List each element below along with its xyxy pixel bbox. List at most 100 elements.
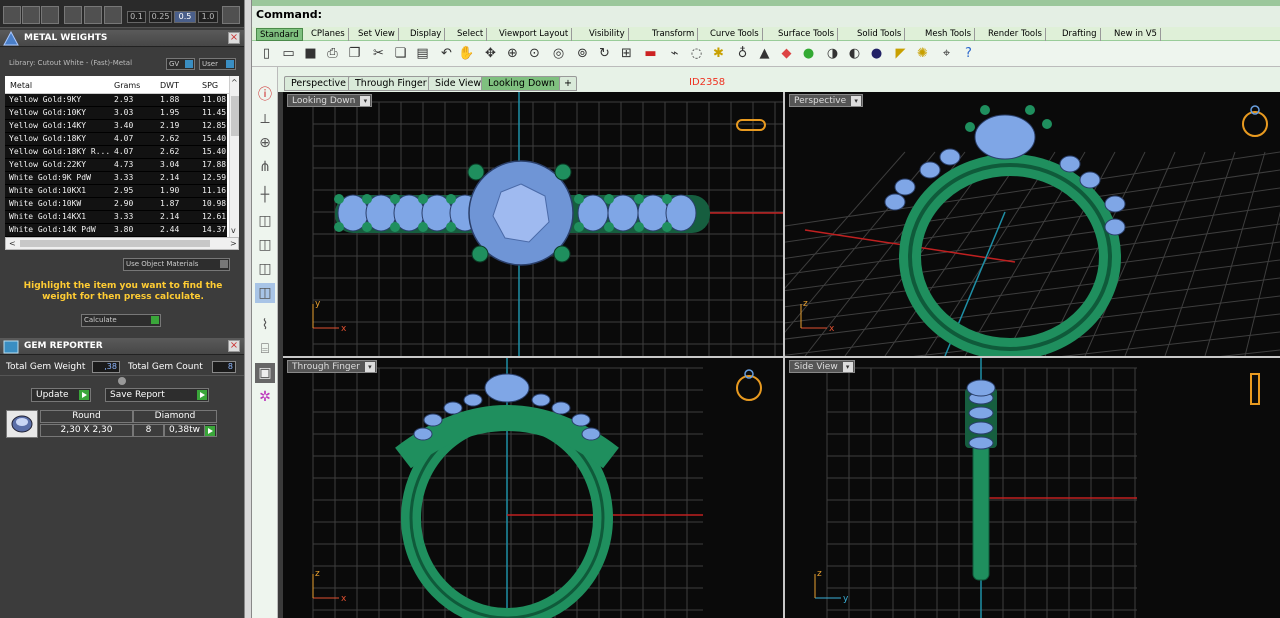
horizontal-scrollbar[interactable]: < > xyxy=(5,237,239,250)
dimension-icon[interactable]: ◤ xyxy=(892,45,909,62)
new-file-icon[interactable]: ▯ xyxy=(258,45,275,62)
render-icon[interactable]: ◐ xyxy=(846,45,863,62)
tab-standard[interactable]: Standard xyxy=(256,28,303,41)
layer-icon[interactable]: ◆ xyxy=(778,45,795,62)
viewport-through-finger[interactable]: xz Through Finger ▾ xyxy=(283,358,783,618)
tab-display[interactable]: Display xyxy=(407,28,446,41)
cut-icon[interactable]: ✂ xyxy=(370,45,387,62)
metal-row[interactable]: White Gold:9K PdW 3.33 2.14 12.59 xyxy=(5,172,227,185)
mesh-icon[interactable]: ▣ xyxy=(255,363,275,383)
metal-row[interactable]: Yellow Gold:9KY 2.93 1.88 11.08 xyxy=(5,94,227,107)
chevron-down-icon[interactable]: ▾ xyxy=(360,96,371,106)
col-metal[interactable]: Metal xyxy=(10,81,32,90)
metal-row[interactable]: Yellow Gold:18KY 4.07 2.62 15.40 xyxy=(5,133,227,146)
open-folder-icon[interactable]: ▭ xyxy=(280,45,297,62)
zoom-window-icon[interactable]: ⊙ xyxy=(526,45,543,62)
zoom-selected-icon[interactable]: ⊚ xyxy=(574,45,591,62)
chevron-down-icon[interactable]: ▾ xyxy=(364,362,375,372)
pan-icon[interactable]: ✋ xyxy=(458,45,475,62)
metal-row[interactable]: White Gold:10KX1 2.95 1.90 11.16 xyxy=(5,185,227,198)
diamond-icon[interactable] xyxy=(84,6,102,24)
gear-icon[interactable]: ✲ xyxy=(255,387,275,407)
move-icon[interactable]: ✥ xyxy=(482,45,499,62)
box-perspective-icon[interactable]: ◫ xyxy=(255,283,275,303)
tab-solid-tools[interactable]: Solid Tools xyxy=(854,28,906,41)
axes-icon[interactable]: ┼ xyxy=(255,185,275,205)
metal-row[interactable]: Yellow Gold:22KY 4.73 3.04 17.88 xyxy=(5,159,227,172)
light-bulb-icon[interactable]: ♁ xyxy=(734,45,751,62)
tab-cplanes[interactable]: CPlanes xyxy=(308,28,349,41)
crosshair-icon[interactable] xyxy=(222,6,240,24)
gv-button[interactable]: GV xyxy=(166,58,195,70)
pen-icon[interactable] xyxy=(41,6,59,24)
viewport-title[interactable]: Looking Down ▾ xyxy=(287,94,373,107)
point-info-icon[interactable]: ⓘ xyxy=(255,85,275,105)
step-1-0[interactable]: 1.0 xyxy=(198,11,218,23)
analyze-icon[interactable]: ⌁ xyxy=(666,45,683,62)
viewport-title[interactable]: Perspective ▾ xyxy=(789,94,864,107)
snap-icon[interactable] xyxy=(64,6,82,24)
metal-row[interactable]: Yellow Gold:10KY 3.03 1.95 11.45 xyxy=(5,107,227,120)
col-grams[interactable]: Grams xyxy=(114,81,140,90)
light-icon[interactable] xyxy=(104,6,122,24)
gem-slider-handle[interactable] xyxy=(118,377,126,385)
close-icon[interactable]: × xyxy=(228,340,240,352)
shade-icon[interactable]: ◑ xyxy=(824,45,841,62)
viewport-title[interactable]: Side View ▾ xyxy=(789,360,855,373)
paste-icon[interactable]: ❏ xyxy=(392,45,409,62)
save-report-button[interactable]: Save Report xyxy=(105,388,209,402)
box-front-icon[interactable]: ◫ xyxy=(255,235,275,255)
tab-through-finger[interactable]: Through Finger xyxy=(348,76,434,91)
tab-render-tools[interactable]: Render Tools xyxy=(985,28,1046,41)
viewport-looking-down[interactable]: xy Looking Down ▾ xyxy=(283,92,783,356)
metal-row[interactable]: White Gold:14KX1 3.33 2.14 12.61 xyxy=(5,211,227,224)
nodes-icon[interactable]: ⋔ xyxy=(255,157,275,177)
render-preview-icon[interactable]: ● xyxy=(868,45,885,62)
metal-row[interactable]: Yellow Gold:18KY R... 4.07 2.62 15.40 xyxy=(5,146,227,159)
panel-splitter[interactable] xyxy=(244,0,252,618)
save-icon[interactable]: ■ xyxy=(302,45,319,62)
close-icon[interactable]: × xyxy=(228,32,240,44)
command-bar[interactable]: Command: xyxy=(252,0,1280,27)
four-view-icon[interactable]: ⊞ xyxy=(618,45,635,62)
cube-icon[interactable] xyxy=(22,6,40,24)
update-button[interactable]: Update xyxy=(31,388,91,402)
tab-viewport-layout[interactable]: Viewport Layout xyxy=(496,28,573,41)
user-button[interactable]: User xyxy=(199,58,236,70)
tab-side-view[interactable]: Side View xyxy=(428,76,489,91)
tab-surface-tools[interactable]: Surface Tools xyxy=(775,28,839,41)
step-0-1[interactable]: 0.1 xyxy=(127,11,146,23)
globe-icon[interactable]: ⊕ xyxy=(255,133,275,153)
osnap-icon[interactable]: ✱ xyxy=(710,45,727,62)
tab-transform[interactable]: Transform xyxy=(649,28,699,41)
tab-perspective[interactable]: Perspective xyxy=(284,76,354,91)
use-object-materials-button[interactable]: Use Object Materials xyxy=(123,258,230,271)
grid-icon[interactable] xyxy=(3,6,21,24)
tab-new-in-v5[interactable]: New in V5 xyxy=(1111,28,1161,41)
undo-icon[interactable]: ↶ xyxy=(438,45,455,62)
copy-icon[interactable]: ❐ xyxy=(346,45,363,62)
viewport-side-view[interactable]: yz Side View ▾ xyxy=(785,358,1280,618)
viewport-splitter-v[interactable] xyxy=(783,92,785,618)
metal-row[interactable]: White Gold:10KW 2.90 1.87 10.98 xyxy=(5,198,227,211)
metal-row[interactable]: Yellow Gold:14KY 3.40 2.19 12.85 xyxy=(5,120,227,133)
step-0-5[interactable]: 0.5 xyxy=(174,11,196,23)
stamp-icon[interactable]: ⌸ xyxy=(255,339,275,359)
viewport-splitter-h[interactable] xyxy=(283,356,1280,358)
brush-icon[interactable]: ⌇ xyxy=(255,315,275,335)
tab-mesh-tools[interactable]: Mesh Tools xyxy=(922,28,976,41)
tripod-icon[interactable]: ⟂ xyxy=(255,109,275,129)
options-icon[interactable]: ✺ xyxy=(914,45,931,62)
rotate-view-icon[interactable]: ↻ xyxy=(596,45,613,62)
add-viewport-tab[interactable]: + xyxy=(559,76,577,91)
metal-row[interactable]: White Gold:14K PdW 3.80 2.44 14.37 xyxy=(5,224,227,237)
print-icon[interactable]: ⎙ xyxy=(324,45,341,62)
lock-icon[interactable]: ▲ xyxy=(756,45,773,62)
zoom-extents-icon[interactable]: ◎ xyxy=(550,45,567,62)
tools-icon[interactable]: ⌖ xyxy=(938,45,955,62)
step-0-25[interactable]: 0.25 xyxy=(149,11,172,23)
col-spg[interactable]: SPG xyxy=(202,81,218,90)
tab-curve-tools[interactable]: Curve Tools xyxy=(707,28,763,41)
tab-select[interactable]: Select xyxy=(454,28,488,41)
gem-row-go-button[interactable] xyxy=(204,424,217,437)
